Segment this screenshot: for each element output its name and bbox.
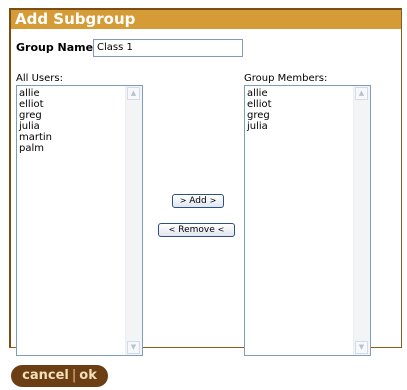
scroll-up-arrow-icon[interactable]: ▲ (355, 87, 368, 100)
group-name-label: Group Name: (16, 41, 98, 54)
all-users-scrollbar[interactable]: ▲ ▼ (125, 86, 142, 355)
group-members-item[interactable]: julia (247, 121, 370, 132)
cancel-ok-button[interactable]: cancel | ok (11, 365, 108, 387)
add-subgroup-dialog: Add Subgroup Group Name: Class 1 All Use… (9, 8, 402, 356)
dialog-title: Add Subgroup (15, 10, 136, 28)
chevron-right-icon: > (209, 196, 217, 205)
remove-button-label: Remove (178, 225, 215, 235)
group-name-input[interactable]: Class 1 (93, 39, 243, 57)
all-users-list: allie elliot greg julia martin palm (17, 86, 142, 154)
remove-button[interactable]: < Remove < (158, 223, 235, 237)
group-members-item[interactable]: elliot (247, 99, 370, 110)
chevron-left-icon: < (168, 225, 176, 234)
group-members-scrollbar[interactable]: ▲ ▼ (353, 86, 370, 355)
chevron-right-icon: > (179, 196, 187, 205)
group-members-item[interactable]: allie (247, 88, 370, 99)
all-users-item[interactable]: martin (19, 132, 142, 143)
scroll-down-arrow-icon[interactable]: ▼ (355, 341, 368, 354)
all-users-item[interactable]: julia (19, 121, 142, 132)
add-button[interactable]: > Add > (172, 194, 224, 208)
group-members-item[interactable]: greg (247, 110, 370, 121)
cancel-button[interactable]: cancel (22, 368, 69, 383)
scroll-up-arrow-icon[interactable]: ▲ (127, 87, 140, 100)
title-bar: Add Subgroup (11, 10, 401, 29)
all-users-item[interactable]: elliot (19, 99, 142, 110)
footer-separator: | (71, 368, 77, 383)
group-members-list: allie elliot greg julia (245, 86, 370, 132)
scroll-down-arrow-icon[interactable]: ▼ (127, 341, 140, 354)
ok-button[interactable]: ok (79, 368, 97, 383)
add-button-label: Add (189, 196, 207, 206)
group-members-label: Group Members: (244, 73, 328, 84)
all-users-item[interactable]: allie (19, 88, 142, 99)
all-users-item[interactable]: palm (19, 143, 142, 154)
group-members-listbox[interactable]: allie elliot greg julia ▲ ▼ (244, 85, 371, 356)
all-users-label: All Users: (16, 73, 63, 84)
all-users-listbox[interactable]: allie elliot greg julia martin palm ▲ ▼ (16, 85, 143, 356)
chevron-left-icon: < (217, 225, 225, 234)
all-users-item[interactable]: greg (19, 110, 142, 121)
